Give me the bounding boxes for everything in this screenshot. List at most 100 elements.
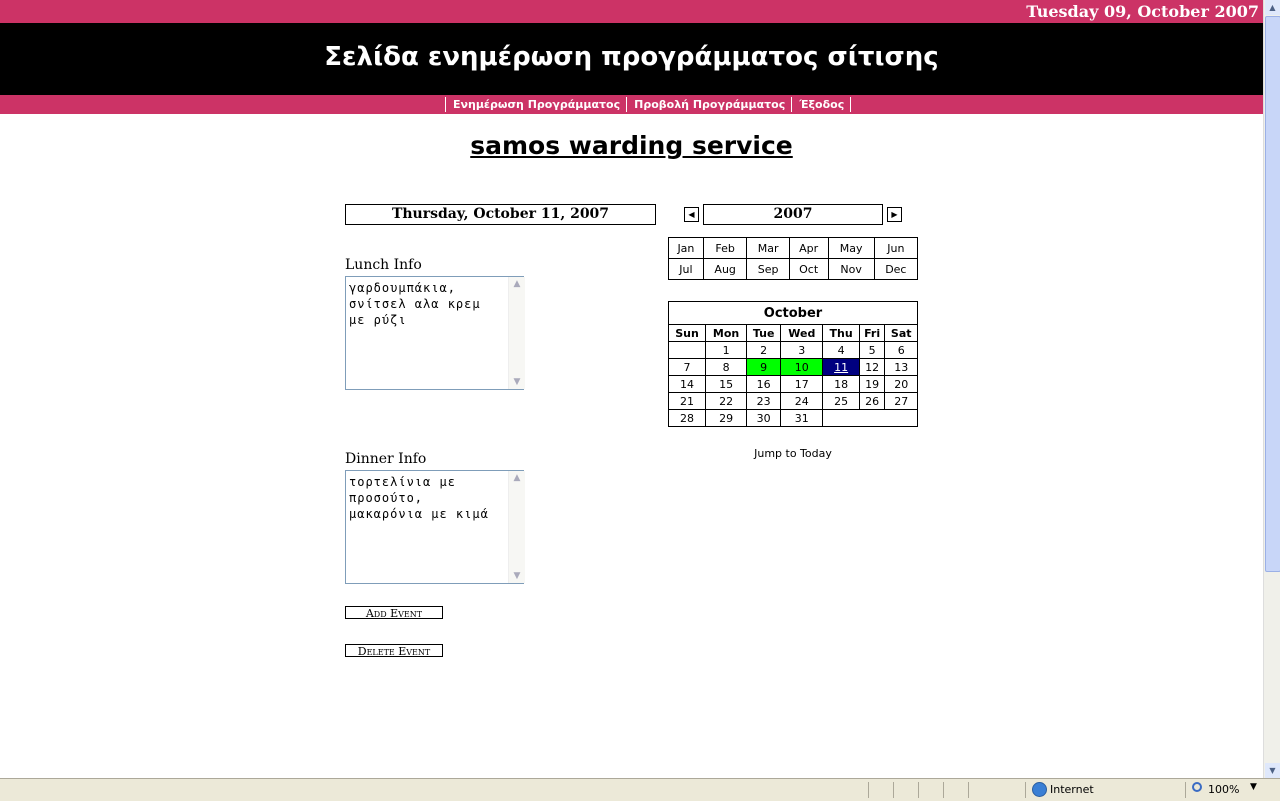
status-bar: Internet 100% ▼ bbox=[0, 778, 1280, 801]
globe-icon bbox=[1032, 782, 1047, 797]
month-cell[interactable]: Jul bbox=[668, 258, 704, 280]
weekday-header: Wed bbox=[780, 324, 824, 342]
page-scrollbar[interactable]: ▲ ▼ bbox=[1263, 0, 1280, 778]
scroll-down-icon[interactable]: ▼ bbox=[1265, 763, 1280, 778]
scroll-down-icon[interactable]: ▼ bbox=[509, 375, 525, 389]
month-cell[interactable]: May bbox=[827, 237, 875, 259]
weekday-header: Mon bbox=[705, 324, 748, 342]
day-cell[interactable]: 1 bbox=[705, 341, 748, 359]
selected-date: Thursday, October 11, 2007 bbox=[345, 204, 656, 225]
month-cell[interactable]: Mar bbox=[746, 237, 790, 259]
add-event-button[interactable]: Add Event bbox=[345, 606, 443, 620]
year-display: 2007 bbox=[703, 204, 883, 225]
month-cell[interactable]: Nov bbox=[827, 258, 875, 280]
delete-event-button[interactable]: Delete Event bbox=[345, 644, 443, 658]
day-cell[interactable]: 17 bbox=[780, 375, 824, 393]
day-cell[interactable]: 2 bbox=[746, 341, 782, 359]
status-divider bbox=[968, 782, 969, 798]
day-cell[interactable]: 29 bbox=[705, 409, 748, 427]
month-picker: Jan Feb Mar Apr May Jun Jul Aug Sep Oct Nov Dec bbox=[668, 237, 919, 280]
day-cell[interactable]: 7 bbox=[667, 358, 707, 376]
weekday-header: Sat bbox=[884, 324, 918, 342]
day-cell[interactable]: 31 bbox=[780, 409, 824, 427]
calendar-month-title: October bbox=[668, 301, 918, 325]
nav-bar: Ενημέρωση Προγράμματος Προβολή Προγράμμα… bbox=[0, 95, 1263, 114]
month-cell[interactable]: Aug bbox=[702, 258, 748, 280]
month-cell[interactable]: Oct bbox=[788, 258, 829, 280]
scroll-down-icon[interactable]: ▼ bbox=[509, 569, 525, 583]
day-cell[interactable]: 3 bbox=[780, 341, 824, 359]
month-cell[interactable]: Dec bbox=[873, 258, 919, 280]
day-cell[interactable]: 25 bbox=[822, 392, 860, 410]
weekday-header: Sun bbox=[667, 324, 707, 342]
day-cell[interactable]: 12 bbox=[858, 358, 886, 376]
date-bar: Tuesday 09, October 2007 bbox=[0, 0, 1263, 23]
dinner-label: Dinner Info bbox=[345, 451, 427, 467]
day-cell[interactable]: 22 bbox=[705, 392, 748, 410]
nav-view-schedule[interactable]: Προβολή Προγράμματος bbox=[626, 97, 791, 112]
day-cell[interactable]: 21 bbox=[667, 392, 707, 410]
scroll-up-icon[interactable]: ▲ bbox=[509, 471, 525, 485]
prev-year-button[interactable]: ◀ bbox=[684, 207, 699, 222]
weekday-header: Thu bbox=[822, 324, 860, 342]
day-cell[interactable]: 8 bbox=[705, 358, 748, 376]
day-cell[interactable]: 6 bbox=[884, 341, 918, 359]
month-cell[interactable]: Apr bbox=[788, 237, 829, 259]
security-zone: Internet bbox=[1050, 783, 1094, 796]
nav-update-schedule[interactable]: Ενημέρωση Προγράμματος bbox=[445, 97, 626, 112]
empty-cell bbox=[667, 341, 707, 359]
month-cell[interactable]: Feb bbox=[702, 237, 748, 259]
day-cell[interactable]: 10 bbox=[780, 358, 824, 376]
empty-cell bbox=[822, 409, 918, 427]
day-cell[interactable]: 28 bbox=[667, 409, 707, 427]
scroll-up-icon[interactable]: ▲ bbox=[1265, 0, 1280, 15]
month-cell[interactable]: Sep bbox=[746, 258, 790, 280]
scrollbar-thumb[interactable] bbox=[1265, 16, 1280, 572]
lunch-textarea[interactable] bbox=[345, 276, 524, 390]
day-cell[interactable]: 19 bbox=[858, 375, 886, 393]
current-date: Tuesday 09, October 2007 bbox=[1026, 2, 1259, 21]
day-cell[interactable]: 15 bbox=[705, 375, 748, 393]
next-year-button[interactable]: ▶ bbox=[887, 207, 902, 222]
day-cell[interactable]: 11 bbox=[822, 358, 860, 376]
arrow-right-icon: ▶ bbox=[891, 210, 898, 219]
status-divider bbox=[868, 782, 869, 798]
day-cell[interactable]: 30 bbox=[746, 409, 782, 427]
lunch-label: Lunch Info bbox=[345, 257, 422, 273]
scroll-up-icon[interactable]: ▲ bbox=[509, 277, 525, 291]
day-cell[interactable]: 24 bbox=[780, 392, 824, 410]
dinner-textarea[interactable] bbox=[345, 470, 524, 584]
weekday-header: Fri bbox=[858, 324, 886, 342]
status-divider bbox=[1025, 782, 1026, 798]
day-cell[interactable]: 20 bbox=[884, 375, 918, 393]
day-cell[interactable]: 27 bbox=[884, 392, 918, 410]
month-cell[interactable]: Jan bbox=[668, 237, 704, 259]
day-cell[interactable]: 18 bbox=[822, 375, 860, 393]
title-bar: Σελίδα ενημέρωση προγράμματος σίτισης bbox=[0, 23, 1263, 95]
day-cell[interactable]: 23 bbox=[746, 392, 782, 410]
month-calendar: October Sun Mon Tue Wed Thu Fri Sat 1234567891… bbox=[667, 301, 918, 427]
dinner-scrollbar[interactable]: ▲ ▼ bbox=[508, 471, 525, 583]
day-cell[interactable]: 5 bbox=[858, 341, 886, 359]
day-cell[interactable]: 13 bbox=[884, 358, 918, 376]
nav-logout[interactable]: Έξοδος bbox=[791, 97, 852, 112]
day-cell[interactable]: 26 bbox=[858, 392, 886, 410]
zoom-icon[interactable] bbox=[1192, 782, 1202, 792]
chevron-down-icon[interactable]: ▼ bbox=[1250, 782, 1257, 792]
page-title: Σελίδα ενημέρωση προγράμματος σίτισης bbox=[324, 42, 939, 72]
weekday-header: Tue bbox=[746, 324, 782, 342]
day-cell[interactable]: 9 bbox=[746, 358, 782, 376]
jump-to-today-link[interactable]: Jump to Today bbox=[668, 447, 918, 460]
arrow-left-icon: ◀ bbox=[688, 210, 695, 219]
status-divider bbox=[943, 782, 944, 798]
status-divider bbox=[893, 782, 894, 798]
day-cell[interactable]: 14 bbox=[667, 375, 707, 393]
site-title: samos warding service bbox=[470, 131, 793, 160]
day-cell[interactable]: 16 bbox=[746, 375, 782, 393]
status-divider bbox=[1185, 782, 1186, 798]
page-viewport: Tuesday 09, October 2007 Σελίδα ενημέρωσ… bbox=[0, 0, 1263, 778]
day-cell[interactable]: 4 bbox=[822, 341, 860, 359]
month-cell[interactable]: Jun bbox=[873, 237, 919, 259]
zoom-level[interactable]: 100% bbox=[1208, 783, 1239, 796]
lunch-scrollbar[interactable]: ▲ ▼ bbox=[508, 277, 525, 389]
